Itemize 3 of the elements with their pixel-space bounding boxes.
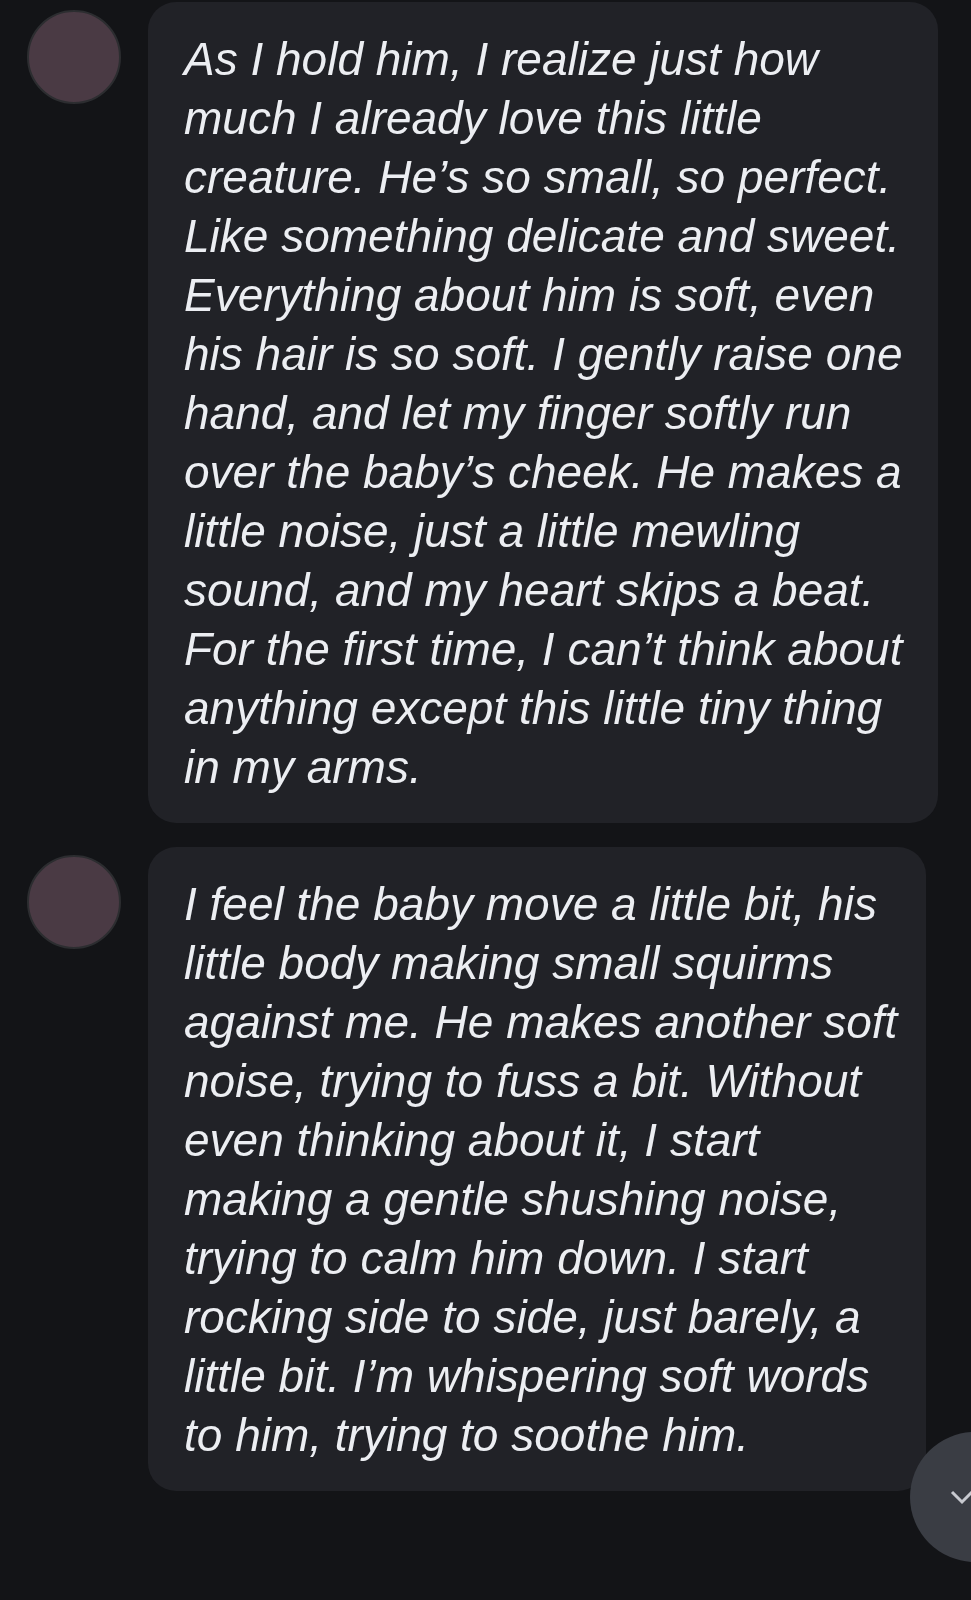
message-text: As I hold him, I realize just how much I already love this little creature. He’s so small, so perfect. Like something delicate and sweet. Everything about him is soft, even his hair is so soft. I gently raise one hand, and let my finger softly run over the baby’s cheek. He makes a little noise, just a little mewling sound, and my heart skips a beat. For the first time, I can’t think about anything except this little tiny thing in my arms. bbox=[184, 32, 905, 795]
chevron-down-icon bbox=[950, 1489, 971, 1505]
message-text: I feel the baby move a little bit, his little body making small squirms against me. He makes another soft noise, trying to fuss a bit. Without even thinking about it, I start making a gentle shushing noise, trying to calm him down. I start rocking side to side, just barely, a little bit. I’m whispering soft words to him, trying to soothe him. bbox=[184, 877, 900, 1463]
